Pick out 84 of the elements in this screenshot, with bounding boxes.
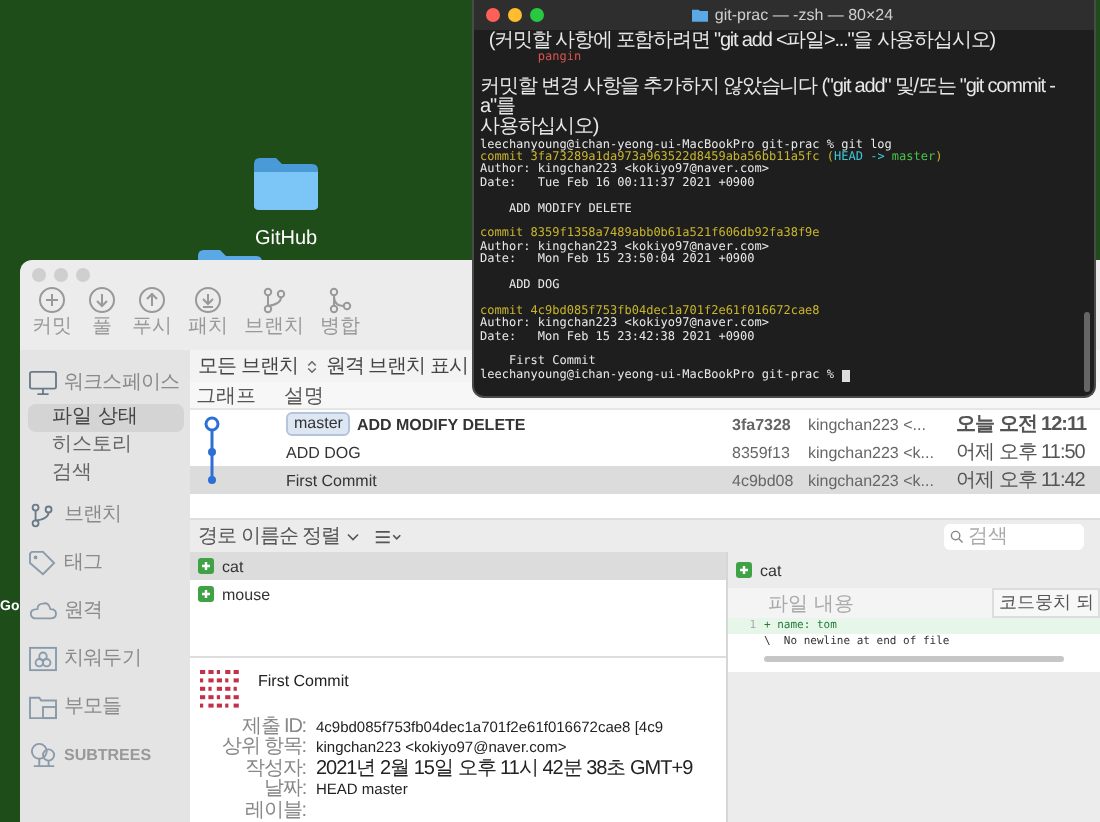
merge-icon — [326, 286, 354, 314]
toolbar-button[interactable]: 패치 — [188, 286, 228, 338]
close-button[interactable] — [486, 8, 500, 22]
commit-hash: 8359f13 — [732, 443, 792, 461]
toolbar-button[interactable]: 브랜치 — [244, 286, 304, 338]
sidebar-item[interactable]: 히스토리 — [28, 432, 184, 460]
up-down-chevron-icon[interactable] — [305, 357, 318, 375]
toolbar-button[interactable]: 커밋 — [32, 286, 72, 338]
identicon-avatar — [198, 667, 242, 712]
branch-label: master — [286, 412, 351, 436]
arrow-up-circle-icon — [138, 286, 166, 314]
file-row[interactable]: mouse — [190, 580, 726, 608]
search-icon — [950, 529, 964, 543]
hunk-header: 파일 내용 — [768, 591, 854, 617]
branch-icon — [28, 501, 58, 527]
commit-row[interactable]: First Commit 4c9bd08 kingchan223 <k... 어제 오후 11:42 — [190, 466, 1100, 494]
sidebar-item[interactable]: 태그 — [28, 540, 184, 584]
sidebar-item[interactable]: 치워두기 — [28, 636, 184, 680]
sidebar-item[interactable]: 원격 — [28, 588, 184, 632]
sidebar-item[interactable]: 파일 상태 — [28, 404, 184, 432]
commit-hash: 3fa7328 — [732, 415, 793, 433]
window-title: git-prac — -zsh — 80×24 — [714, 6, 894, 24]
sidebar-item[interactable]: 검색 — [28, 460, 184, 488]
scrollbar[interactable] — [1084, 312, 1090, 392]
detail-label: 작성자: — [245, 759, 306, 780]
cloud-icon — [28, 597, 58, 623]
file-name: cat — [760, 561, 782, 579]
branch-icon — [260, 286, 288, 314]
plus-circle-icon — [38, 286, 66, 314]
commit-message: ADD DOG — [286, 443, 361, 461]
terminal-line: (커밋할 사항에 포함하려면 "git add <파일>..."을 사용하십시오) — [486, 32, 995, 52]
column-header[interactable]: 그래프 — [190, 381, 284, 409]
monitor-icon — [28, 369, 58, 395]
plus-square-icon — [736, 562, 752, 578]
detail-label: 상위 항목: — [222, 738, 306, 759]
branch-filter-dropdown[interactable]: 모든 브랜치 — [198, 352, 298, 380]
chevron-down-icon[interactable] — [346, 531, 361, 541]
commit-message: First Commit — [286, 471, 377, 489]
plus-square-icon — [198, 586, 214, 602]
list-view-icon[interactable] — [374, 529, 403, 543]
commit-row[interactable]: master ADD MODIFY DELETE 3fa7328 kingchan223 <... 오늘 오전 12:11 — [190, 410, 1100, 438]
remote-branches-toggle[interactable]: 원격 브랜치 표시 — [325, 352, 468, 380]
terminal-line: 사용하십시오) — [480, 118, 599, 139]
toolbar-button[interactable]: 푸시 — [132, 286, 172, 338]
sort-dropdown[interactable]: 경로 이름순 정렬 — [198, 522, 341, 550]
commit-message: ADD MODIFY DELETE — [356, 415, 526, 433]
stash-icon — [28, 645, 58, 671]
folder-icon[interactable] — [252, 156, 320, 212]
file-name: mouse — [222, 585, 271, 603]
commit-message: First Commit — [258, 671, 349, 690]
sidebar-item[interactable]: 워크스페이스 — [28, 360, 184, 404]
detail-label: 레이블: — [245, 801, 306, 822]
arrow-down-circle-icon — [194, 286, 222, 314]
plus-square-icon — [198, 558, 214, 574]
arrow-down-circle-icon — [88, 286, 116, 314]
scrollbar[interactable] — [764, 656, 1064, 662]
column-header[interactable]: 설명 — [284, 381, 324, 409]
commit-date: 어제 오후 11:42 — [956, 468, 1087, 494]
tree-icon — [28, 741, 58, 767]
zoom-button[interactable] — [530, 8, 544, 22]
folder-label[interactable]: GitHub — [254, 228, 318, 250]
commit-date: 어제 오후 11:50 — [956, 440, 1087, 466]
minimize-button[interactable] — [508, 8, 522, 22]
sidebar-item[interactable]: 브랜치 — [28, 492, 184, 536]
toolbar-button[interactable]: 병합 — [320, 286, 360, 338]
terminal-cursor — [841, 370, 850, 383]
detail-label: 제출 ID: — [242, 717, 306, 738]
commit-date: 오늘 오전 12:11 — [956, 412, 1089, 438]
toolbar-button[interactable]: 풀 — [88, 286, 116, 338]
sidebar-item[interactable]: 부모들 — [28, 684, 184, 728]
detail-value: 2021년 2월 15일 오후 11시 42분 38초 GMT+9 — [316, 759, 695, 781]
search-field[interactable]: 검색 — [944, 523, 1084, 549]
folder-icon — [28, 693, 58, 719]
commit-hash: 4c9bd08 — [732, 471, 796, 489]
commit-author: kingchan223 <k... — [808, 443, 936, 461]
detail-label: 날짜: — [264, 780, 306, 801]
folder-icon — [692, 8, 709, 22]
terminal-line: 커밋할 변경 사항을 추가하지 않았습니다 ("git add" 및/또는 "git commit -a"를 — [480, 78, 1057, 119]
file-row[interactable]: cat — [190, 552, 726, 580]
file-name: cat — [222, 557, 244, 575]
tag-icon — [28, 549, 58, 575]
hunk-button[interactable]: 코드뭉치 되 — [992, 588, 1100, 618]
commit-author: kingchan223 <... — [808, 415, 928, 433]
commit-author: kingchan223 <k... — [808, 471, 936, 489]
